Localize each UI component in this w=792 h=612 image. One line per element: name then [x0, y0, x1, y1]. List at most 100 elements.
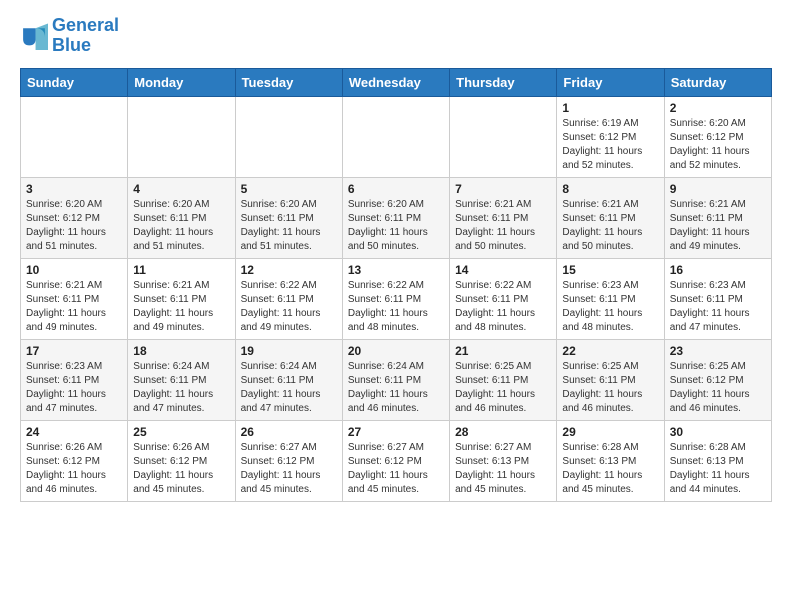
- calendar-cell: 19Sunrise: 6:24 AM Sunset: 6:11 PM Dayli…: [235, 339, 342, 420]
- day-number: 1: [562, 101, 658, 115]
- day-number: 2: [670, 101, 766, 115]
- day-number: 3: [26, 182, 122, 196]
- calendar-week-row: 1 Sunrise: 6:19 AM Sunset: 6:12 PM Daylig…: [21, 96, 772, 177]
- calendar-cell: 15Sunrise: 6:23 AM Sunset: 6:11 PM Dayli…: [557, 258, 664, 339]
- calendar-cell: 30 Sunrise: 6:28 AM Sunset: 6:13 PM Dayli…: [664, 420, 771, 501]
- calendar-cell: 10 Sunrise: 6:21 AM Sunset: 6:11 PM Dayli…: [21, 258, 128, 339]
- day-info: Sunrise: 6:28 AM Sunset: 6:13 PM Dayligh…: [562, 441, 658, 497]
- calendar-cell: 20 Sunrise: 6:24 AM Sunset: 6:11 PM Dayli…: [342, 339, 449, 420]
- day-header-friday: Friday: [557, 68, 664, 96]
- day-info: Sunrise: 6:22 AM Sunset: 6:11 PM Dayligh…: [241, 279, 337, 335]
- calendar-week-row: 24Sunrise: 6:26 AM Sunset: 6:12 PM Dayli…: [21, 420, 772, 501]
- day-info: Sunrise: 6:21 AM Sunset: 6:11 PM Dayligh…: [670, 198, 766, 254]
- day-info: Sunrise: 6:26 AM Sunset: 6:12 PM Dayligh…: [26, 441, 122, 497]
- day-number: 21: [455, 344, 551, 358]
- day-info: Sunrise: 6:25 AM Sunset: 6:12 PM Dayligh…: [670, 360, 766, 416]
- day-number: 25: [133, 425, 229, 439]
- page: General Blue SundayMondayTuesdayWednesda…: [0, 0, 792, 518]
- day-info: Sunrise: 6:23 AM Sunset: 6:11 PM Dayligh…: [670, 279, 766, 335]
- day-info: Sunrise: 6:20 AM Sunset: 6:12 PM Dayligh…: [26, 198, 122, 254]
- day-info: Sunrise: 6:26 AM Sunset: 6:12 PM Dayligh…: [133, 441, 229, 497]
- calendar-cell: 18 Sunrise: 6:24 AM Sunset: 6:11 PM Dayli…: [128, 339, 235, 420]
- calendar-cell: [21, 96, 128, 177]
- day-number: 18: [133, 344, 229, 358]
- day-info: Sunrise: 6:21 AM Sunset: 6:11 PM Dayligh…: [133, 279, 229, 335]
- day-number: 9: [670, 182, 766, 196]
- calendar-cell: 11 Sunrise: 6:21 AM Sunset: 6:11 PM Dayli…: [128, 258, 235, 339]
- day-number: 6: [348, 182, 444, 196]
- day-header-wednesday: Wednesday: [342, 68, 449, 96]
- day-number: 29: [562, 425, 658, 439]
- calendar-cell: [342, 96, 449, 177]
- day-number: 10: [26, 263, 122, 277]
- day-number: 16: [670, 263, 766, 277]
- day-info: Sunrise: 6:28 AM Sunset: 6:13 PM Dayligh…: [670, 441, 766, 497]
- day-number: 30: [670, 425, 766, 439]
- day-info: Sunrise: 6:21 AM Sunset: 6:11 PM Dayligh…: [26, 279, 122, 335]
- day-header-saturday: Saturday: [664, 68, 771, 96]
- day-info: Sunrise: 6:24 AM Sunset: 6:11 PM Dayligh…: [241, 360, 337, 416]
- day-number: 5: [241, 182, 337, 196]
- calendar-cell: 6 Sunrise: 6:20 AM Sunset: 6:11 PM Daylig…: [342, 177, 449, 258]
- calendar-cell: 16 Sunrise: 6:23 AM Sunset: 6:11 PM Dayli…: [664, 258, 771, 339]
- calendar-cell: [235, 96, 342, 177]
- calendar-cell: 21 Sunrise: 6:25 AM Sunset: 6:11 PM Dayli…: [450, 339, 557, 420]
- day-info: Sunrise: 6:21 AM Sunset: 6:11 PM Dayligh…: [455, 198, 551, 254]
- day-info: Sunrise: 6:24 AM Sunset: 6:11 PM Dayligh…: [133, 360, 229, 416]
- day-info: Sunrise: 6:22 AM Sunset: 6:11 PM Dayligh…: [455, 279, 551, 335]
- calendar-cell: [128, 96, 235, 177]
- calendar-cell: 13 Sunrise: 6:22 AM Sunset: 6:11 PM Dayli…: [342, 258, 449, 339]
- day-info: Sunrise: 6:22 AM Sunset: 6:11 PM Dayligh…: [348, 279, 444, 335]
- day-number: 28: [455, 425, 551, 439]
- day-number: 13: [348, 263, 444, 277]
- calendar-cell: 12Sunrise: 6:22 AM Sunset: 6:11 PM Dayli…: [235, 258, 342, 339]
- calendar-cell: 26 Sunrise: 6:27 AM Sunset: 6:12 PM Dayli…: [235, 420, 342, 501]
- calendar-cell: 2 Sunrise: 6:20 AM Sunset: 6:12 PM Daylig…: [664, 96, 771, 177]
- calendar-week-row: 3 Sunrise: 6:20 AM Sunset: 6:12 PM Daylig…: [21, 177, 772, 258]
- day-info: Sunrise: 6:19 AM Sunset: 6:12 PM Dayligh…: [562, 117, 658, 173]
- day-number: 22: [562, 344, 658, 358]
- day-info: Sunrise: 6:20 AM Sunset: 6:11 PM Dayligh…: [133, 198, 229, 254]
- day-header-thursday: Thursday: [450, 68, 557, 96]
- day-number: 4: [133, 182, 229, 196]
- calendar-cell: 25 Sunrise: 6:26 AM Sunset: 6:12 PM Dayli…: [128, 420, 235, 501]
- day-number: 26: [241, 425, 337, 439]
- day-info: Sunrise: 6:23 AM Sunset: 6:11 PM Dayligh…: [562, 279, 658, 335]
- day-number: 14: [455, 263, 551, 277]
- calendar-cell: 4 Sunrise: 6:20 AM Sunset: 6:11 PM Daylig…: [128, 177, 235, 258]
- day-info: Sunrise: 6:27 AM Sunset: 6:12 PM Dayligh…: [348, 441, 444, 497]
- header: General Blue: [20, 16, 772, 56]
- day-info: Sunrise: 6:25 AM Sunset: 6:11 PM Dayligh…: [455, 360, 551, 416]
- day-number: 7: [455, 182, 551, 196]
- calendar-cell: 29 Sunrise: 6:28 AM Sunset: 6:13 PM Dayli…: [557, 420, 664, 501]
- calendar-cell: 28 Sunrise: 6:27 AM Sunset: 6:13 PM Dayli…: [450, 420, 557, 501]
- day-info: Sunrise: 6:24 AM Sunset: 6:11 PM Dayligh…: [348, 360, 444, 416]
- calendar-cell: 23 Sunrise: 6:25 AM Sunset: 6:12 PM Dayli…: [664, 339, 771, 420]
- day-info: Sunrise: 6:20 AM Sunset: 6:11 PM Dayligh…: [348, 198, 444, 254]
- day-info: Sunrise: 6:27 AM Sunset: 6:13 PM Dayligh…: [455, 441, 551, 497]
- calendar-week-row: 10 Sunrise: 6:21 AM Sunset: 6:11 PM Dayli…: [21, 258, 772, 339]
- day-info: Sunrise: 6:20 AM Sunset: 6:12 PM Dayligh…: [670, 117, 766, 173]
- day-number: 17: [26, 344, 122, 358]
- calendar-header-row: SundayMondayTuesdayWednesdayThursdayFrid…: [21, 68, 772, 96]
- calendar-cell: 5Sunrise: 6:20 AM Sunset: 6:11 PM Daylig…: [235, 177, 342, 258]
- calendar-cell: 14 Sunrise: 6:22 AM Sunset: 6:11 PM Dayli…: [450, 258, 557, 339]
- calendar-cell: 17 Sunrise: 6:23 AM Sunset: 6:11 PM Dayli…: [21, 339, 128, 420]
- day-info: Sunrise: 6:25 AM Sunset: 6:11 PM Dayligh…: [562, 360, 658, 416]
- day-info: Sunrise: 6:27 AM Sunset: 6:12 PM Dayligh…: [241, 441, 337, 497]
- day-number: 23: [670, 344, 766, 358]
- calendar-cell: 9 Sunrise: 6:21 AM Sunset: 6:11 PM Daylig…: [664, 177, 771, 258]
- calendar-cell: [450, 96, 557, 177]
- calendar-cell: 22 Sunrise: 6:25 AM Sunset: 6:11 PM Dayli…: [557, 339, 664, 420]
- day-number: 11: [133, 263, 229, 277]
- calendar-cell: 24Sunrise: 6:26 AM Sunset: 6:12 PM Dayli…: [21, 420, 128, 501]
- day-number: 20: [348, 344, 444, 358]
- logo-text: General Blue: [52, 16, 119, 56]
- calendar-cell: 1 Sunrise: 6:19 AM Sunset: 6:12 PM Daylig…: [557, 96, 664, 177]
- day-info: Sunrise: 6:23 AM Sunset: 6:11 PM Dayligh…: [26, 360, 122, 416]
- day-header-monday: Monday: [128, 68, 235, 96]
- day-header-tuesday: Tuesday: [235, 68, 342, 96]
- calendar-week-row: 17 Sunrise: 6:23 AM Sunset: 6:11 PM Dayli…: [21, 339, 772, 420]
- logo: General Blue: [20, 16, 119, 56]
- calendar-cell: 27Sunrise: 6:27 AM Sunset: 6:12 PM Dayli…: [342, 420, 449, 501]
